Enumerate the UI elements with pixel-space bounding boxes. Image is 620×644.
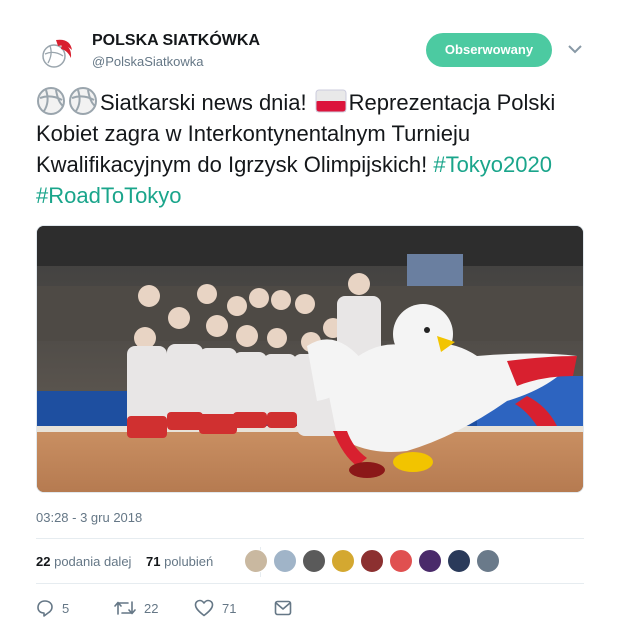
retweet-count: 22	[144, 600, 159, 616]
liker-avatar[interactable]	[447, 549, 471, 573]
account-handle[interactable]: @PolskaSiatkowka	[92, 54, 203, 69]
reply-icon	[37, 600, 53, 617]
reply-button[interactable]: 5	[36, 596, 69, 620]
volleyball-logo-icon	[37, 33, 77, 73]
liker-avatar[interactable]	[273, 549, 297, 573]
liker-avatar[interactable]	[418, 549, 442, 573]
follow-button[interactable]: Obserwowany	[426, 33, 552, 67]
tweet-stats: 22 podania dalej 71 polubień	[36, 538, 584, 584]
envelope-icon	[274, 600, 292, 616]
tweet-header: POLSKA SIATKÓWKA @PolskaSiatkowka Obserw…	[36, 26, 584, 74]
tweet-timestamp[interactable]: 03:28 - 3 gru 2018	[36, 510, 142, 525]
poland-flag-icon	[315, 89, 347, 113]
liker-avatar[interactable]	[244, 549, 268, 573]
account-name[interactable]: POLSKA SIATKÓWKA	[92, 32, 260, 50]
liker-avatar[interactable]	[389, 549, 413, 573]
retweet-icon	[114, 601, 136, 615]
liker-avatar[interactable]	[331, 549, 355, 573]
likes-stat-count: 71	[146, 554, 161, 569]
retweet-stat-label: podania dalej	[54, 554, 132, 569]
hashtag-tokyo2020[interactable]: #Tokyo2020	[433, 152, 552, 177]
tweet-actions: 5 22 71	[36, 596, 584, 620]
retweet-stat[interactable]: 22 podania dalej	[36, 554, 131, 569]
tweet-photo[interactable]	[36, 225, 584, 493]
heart-icon	[194, 599, 214, 617]
likes-stat[interactable]: 71 polubień	[146, 554, 213, 569]
volleyball-emoji-icon	[69, 87, 97, 115]
hashtag-roadtotokyo[interactable]: #RoadToTokyo	[36, 183, 182, 208]
likes-stat-label: polubień	[164, 554, 214, 569]
like-count: 71	[222, 600, 237, 616]
volleyball-emoji-icon	[37, 87, 65, 115]
account-avatar[interactable]	[36, 32, 78, 74]
liker-avatar[interactable]	[360, 549, 384, 573]
direct-message-button[interactable]	[274, 596, 292, 620]
retweet-button[interactable]: 22	[114, 596, 158, 620]
liker-avatar[interactable]	[302, 549, 326, 573]
tweet-text-part1: Siatkarski news dnia!	[100, 90, 307, 115]
like-button[interactable]: 71	[194, 596, 236, 620]
team-photo-image	[37, 226, 583, 492]
liker-avatar[interactable]	[476, 549, 500, 573]
tweet-text: Siatkarski news dnia! Reprezentacja Pols…	[36, 86, 596, 211]
reply-count: 5	[62, 600, 70, 616]
retweet-stat-count: 22	[36, 554, 51, 569]
chevron-down-icon[interactable]	[566, 40, 584, 58]
